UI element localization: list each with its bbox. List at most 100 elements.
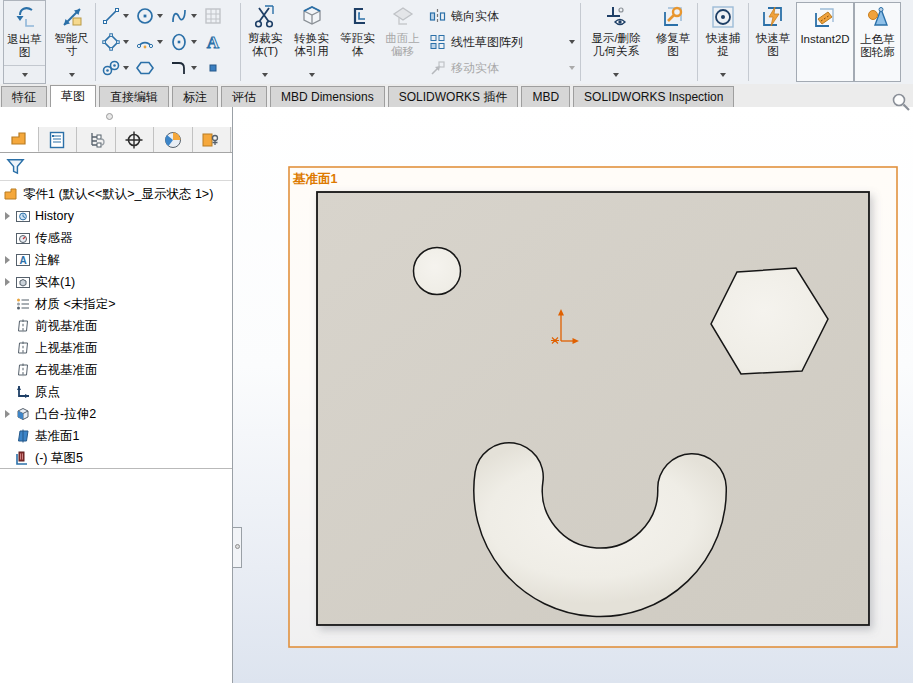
tree-item-plane1[interactable]: 基准面1 <box>0 425 232 447</box>
graphics-viewport[interactable]: 基准面1 <box>233 107 913 683</box>
rectangle-tool[interactable] <box>101 29 135 55</box>
arc-tool[interactable] <box>135 29 169 55</box>
tab-evaluate[interactable]: 评估 <box>221 86 267 107</box>
convert-entities-dropdown[interactable] <box>288 68 335 82</box>
tree-item-right-plane[interactable]: 右视基准面 <box>0 359 232 381</box>
surface-offset-icon <box>390 4 416 30</box>
cam-tab[interactable] <box>193 127 232 152</box>
tab-markup[interactable]: 标注 <box>172 86 218 107</box>
display-relations-button[interactable]: 显示/删除几何关系 <box>582 0 650 84</box>
freeform-tool[interactable] <box>101 55 135 81</box>
instant2d-icon <box>812 5 838 31</box>
exit-sketch-button[interactable]: 退出草图 <box>3 0 46 84</box>
displaymanager-tab[interactable] <box>154 127 193 152</box>
plane-icon <box>14 318 32 334</box>
text-tool[interactable]: A <box>203 29 237 55</box>
quick-snaps-dropdown[interactable] <box>699 68 747 82</box>
sensors-icon <box>14 230 32 246</box>
panel-divider-handle[interactable] <box>232 527 242 568</box>
mirror-entities-icon <box>429 8 446 25</box>
quick-snaps-button[interactable]: 快速捕捉 <box>699 0 747 84</box>
tree-item-boss-extrude[interactable]: 凸台-拉伸2 <box>0 403 232 425</box>
filter-row <box>0 153 232 181</box>
quick-snaps-icon <box>710 4 736 30</box>
spline-tool[interactable] <box>169 3 203 29</box>
tab-direct-editing[interactable]: 直接编辑 <box>99 86 169 107</box>
instant2d-button[interactable]: Instant2D <box>796 2 854 82</box>
expander-icon[interactable] <box>0 410 14 418</box>
trim-entities-dropdown[interactable] <box>242 68 288 82</box>
surface-offset-button: 曲面上偏移 <box>380 0 425 84</box>
plane-icon <box>14 362 32 378</box>
line-tool[interactable] <box>101 3 135 29</box>
smart-dimension-icon <box>59 4 85 30</box>
tab-mbd[interactable]: MBD <box>521 86 570 107</box>
offset-entities-button[interactable]: 等距实体 <box>335 0 380 84</box>
ellipse-tool[interactable] <box>169 29 203 55</box>
tab-sketch[interactable]: 草图 <box>50 85 96 107</box>
propertymanager-tab[interactable] <box>39 127 78 152</box>
convert-entities-button[interactable]: 转换实体引用 <box>288 0 335 84</box>
exit-sketch-icon <box>12 5 38 31</box>
expander-icon[interactable] <box>0 212 14 220</box>
shaded-contours-button[interactable]: 上色草图轮廓 <box>854 2 901 82</box>
ribbon-toolbar: 退出草图 智能尺寸 A <box>0 0 913 84</box>
configurationmanager-tab[interactable] <box>77 127 116 152</box>
mirror-entities-button[interactable]: 镜向实体 <box>429 3 575 29</box>
rapid-sketch-button[interactable]: 快速草图 <box>750 0 796 84</box>
tab-inspection[interactable]: SOLIDWORKS Inspection <box>573 86 734 107</box>
sketch-picture-tool <box>203 3 237 29</box>
tree-item-top-plane[interactable]: 上视基准面 <box>0 337 232 359</box>
display-relations-dropdown[interactable] <box>582 68 650 82</box>
panel-tabs <box>0 127 232 153</box>
tree-item-sensors[interactable]: 传感器 <box>0 227 232 249</box>
dimxpertmanager-tab[interactable] <box>116 127 155 152</box>
trim-entities-button[interactable]: 剪裁实体(T) <box>242 0 288 84</box>
fillet-tool[interactable] <box>169 55 203 81</box>
panel-splitter[interactable] <box>0 107 232 127</box>
circle-tool[interactable] <box>135 3 169 29</box>
expander-icon[interactable] <box>0 256 14 264</box>
tree-item-front-plane[interactable]: 前视基准面 <box>0 315 232 337</box>
rapid-sketch-icon <box>760 4 786 30</box>
tab-features[interactable]: 特征 <box>1 86 47 107</box>
solidworks-window: 退出草图 智能尺寸 A <box>0 0 913 683</box>
polygon-tool[interactable] <box>135 55 169 81</box>
move-entities-icon <box>429 60 446 77</box>
filter-icon[interactable] <box>5 156 26 177</box>
svg-text:A: A <box>207 33 220 52</box>
svg-text:A: A <box>19 255 26 266</box>
shaded-contours-icon <box>865 5 891 31</box>
plane-label: 基准面1 <box>293 171 337 188</box>
tree-item-solid-bodies[interactable]: 实体(1) <box>0 271 232 293</box>
circle-cut[interactable] <box>414 248 461 295</box>
tab-addins[interactable]: SOLIDWORKS 插件 <box>388 86 519 107</box>
pattern-group: 镜向实体 线性草图阵列 移动实体 <box>425 0 579 84</box>
linear-pattern-icon <box>429 34 446 51</box>
material-icon <box>14 296 32 312</box>
offset-entities-icon <box>345 4 371 30</box>
repair-sketch-button[interactable]: 修复草图 <box>650 0 696 84</box>
tree-item-sketch5[interactable]: (-) 草图5 <box>0 447 232 469</box>
history-icon <box>14 208 32 224</box>
exit-sketch-dropdown[interactable] <box>4 65 45 83</box>
linear-pattern-button[interactable]: 线性草图阵列 <box>429 29 575 55</box>
tab-mbd-dimensions[interactable]: MBD Dimensions <box>270 86 385 107</box>
smart-dimension-button[interactable]: 智能尺寸 <box>49 0 94 84</box>
tree-item-history[interactable]: History <box>0 205 232 227</box>
tree-root[interactable]: 零件1 (默认<<默认>_显示状态 1>) <box>0 183 232 205</box>
move-entities-dropdown[interactable] <box>569 66 575 70</box>
point-tool[interactable] <box>203 55 237 81</box>
featuremanager-tab[interactable] <box>0 127 39 152</box>
smart-dimension-dropdown[interactable] <box>49 68 94 82</box>
magnifier-icon[interactable] <box>891 92 911 116</box>
annotations-icon: A <box>14 252 32 268</box>
sketch5-icon <box>14 450 32 466</box>
boss-extrude-icon <box>14 406 32 422</box>
tree-item-material[interactable]: 材质 <未指定> <box>0 293 232 315</box>
tree-item-annotations[interactable]: A 注解 <box>0 249 232 271</box>
solid-bodies-icon <box>14 274 32 290</box>
tree-item-origin[interactable]: 原点 <box>0 381 232 403</box>
expander-icon[interactable] <box>0 278 14 286</box>
linear-pattern-dropdown[interactable] <box>569 40 575 44</box>
